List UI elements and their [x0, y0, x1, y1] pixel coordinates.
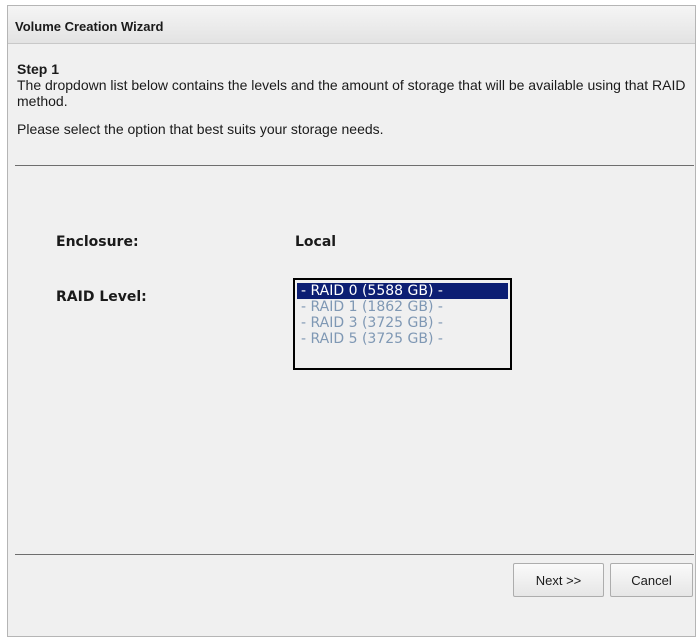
step-advice: Please select the option that best suits… [17, 121, 384, 137]
step-description: The dropdown list below contains the lev… [17, 77, 686, 109]
raid-level-label: RAID Level: [56, 289, 147, 305]
top-divider [15, 165, 694, 166]
raid-option-5[interactable]: - RAID 5 (3725 GB) - [297, 331, 508, 347]
dialog-title: Volume Creation Wizard [8, 6, 695, 44]
enclosure-label: Enclosure: [56, 234, 139, 250]
step-heading: Step 1 [17, 61, 60, 77]
volume-creation-wizard-dialog: Volume Creation Wizard Step 1 The dropdo… [7, 5, 696, 637]
bottom-divider [15, 554, 694, 555]
step-intro: Step 1 The dropdown list below contains … [17, 61, 689, 137]
raid-option-0[interactable]: - RAID 0 (5588 GB) - [297, 283, 508, 299]
enclosure-value: Local [295, 234, 337, 250]
next-button[interactable]: Next >> [513, 563, 604, 597]
raid-level-listbox[interactable]: - RAID 0 (5588 GB) - - RAID 1 (1862 GB) … [293, 278, 512, 370]
cancel-button[interactable]: Cancel [610, 563, 693, 597]
raid-option-1[interactable]: - RAID 1 (1862 GB) - [297, 299, 508, 315]
raid-option-3[interactable]: - RAID 3 (3725 GB) - [297, 315, 508, 331]
